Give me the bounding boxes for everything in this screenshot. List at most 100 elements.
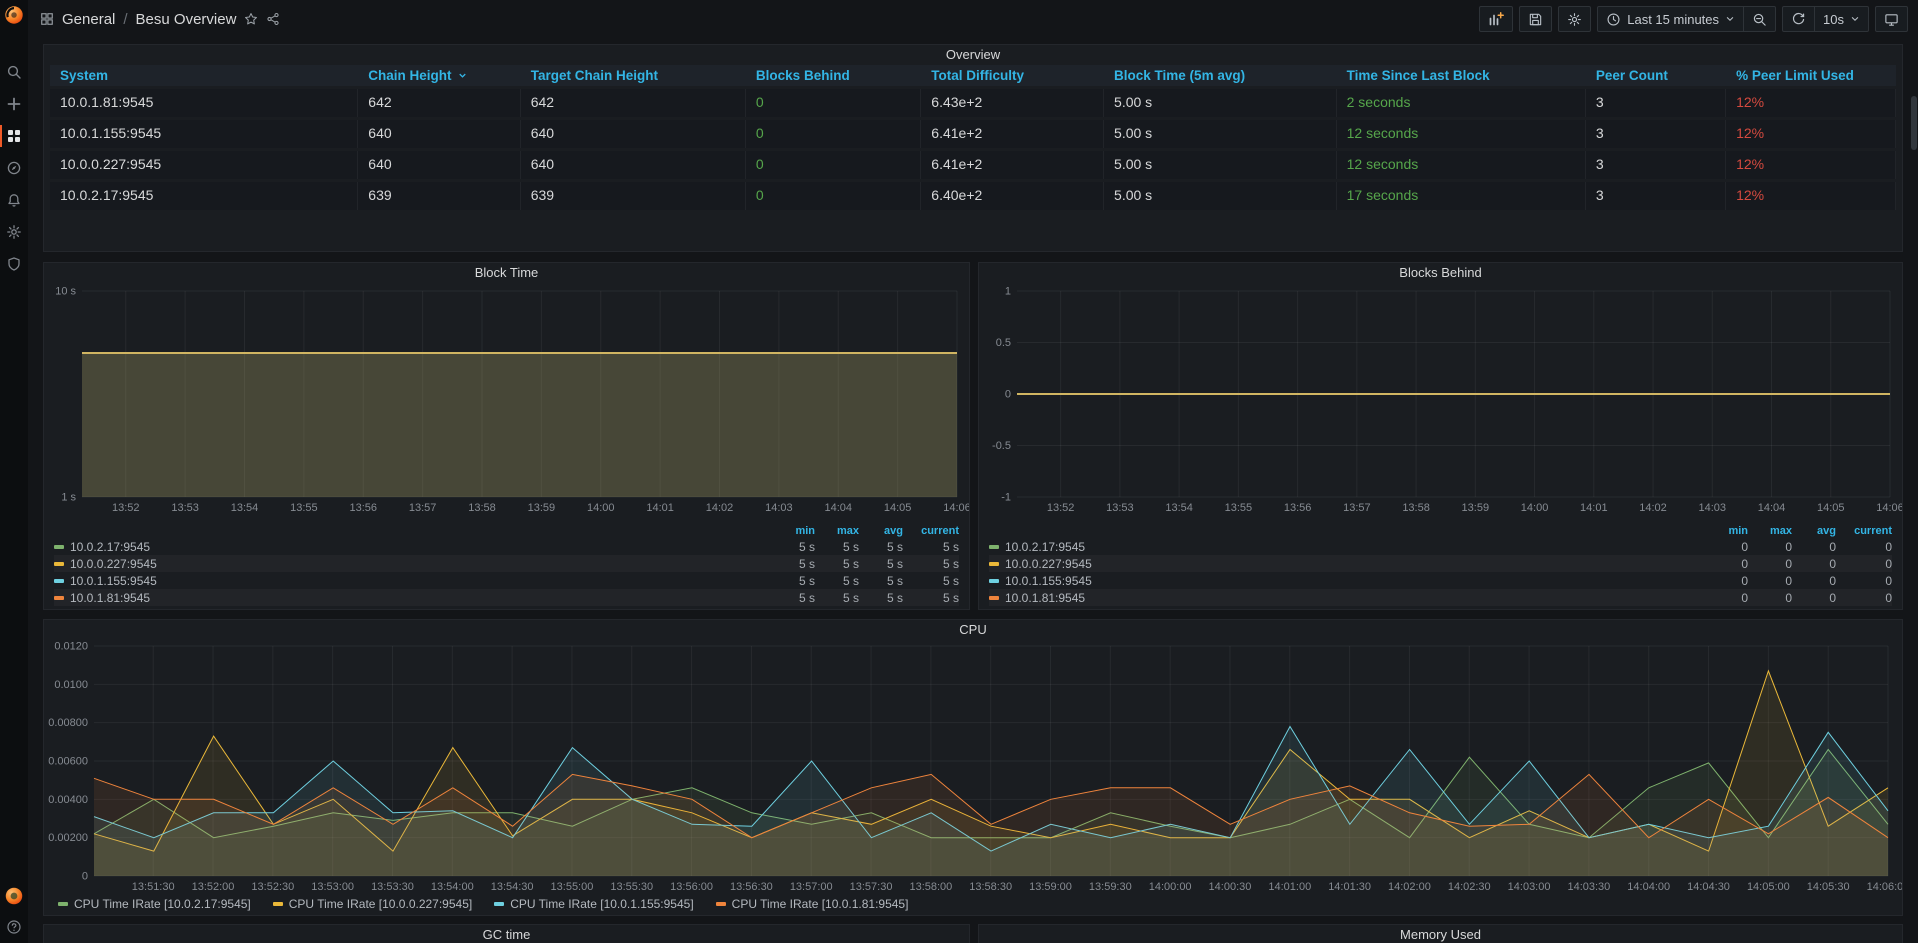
series-color-swatch	[989, 545, 999, 549]
panel-title[interactable]: Block Time	[44, 263, 969, 283]
share-icon[interactable]	[266, 12, 280, 26]
help-icon[interactable]	[5, 919, 23, 935]
column-header[interactable]: Target Chain Height	[521, 65, 746, 86]
add-panel-button[interactable]	[1479, 6, 1513, 32]
legend-stat-value: 5 s	[771, 540, 815, 554]
save-dashboard-button[interactable]	[1519, 6, 1552, 32]
panel-gc-time: GC time	[43, 924, 970, 943]
x-tick-label: 13:54:00	[431, 881, 474, 893]
table-cell: 642	[358, 89, 520, 117]
panel-title[interactable]: Overview	[44, 45, 1902, 65]
legend-row: 10.0.1.81:95455 s5 s5 s5 s	[54, 589, 959, 606]
table-cell: 0	[746, 120, 921, 148]
table-row: 10.0.1.81:954564264206.43e+25.00 s2 seco…	[50, 89, 1896, 117]
legend-stat-value: 5 s	[815, 557, 859, 571]
x-tick-label: 14:00	[1521, 502, 1549, 514]
zoom-out-button[interactable]	[1744, 6, 1776, 32]
column-header[interactable]: Total Difficulty	[921, 65, 1104, 86]
legend-stat-value: 0	[1792, 540, 1836, 554]
refresh-button[interactable]	[1782, 6, 1815, 32]
column-header[interactable]: Time Since Last Block	[1337, 65, 1586, 86]
x-tick-label: 14:05:30	[1807, 881, 1850, 893]
sidebar-item-dashboards[interactable]	[0, 128, 28, 144]
column-header[interactable]: System	[50, 65, 358, 86]
x-tick-label: 13:58:30	[969, 881, 1012, 893]
y-tick-label: 1	[1005, 286, 1011, 298]
column-header[interactable]: Peer Count	[1586, 65, 1726, 86]
blocks-behind-chart[interactable]: 13:5213:5313:5413:5513:5613:5713:5813:59…	[979, 283, 1902, 521]
dashboard-settings-button[interactable]	[1558, 6, 1591, 32]
legend-row: 10.0.2.17:95455 s5 s5 s5 s	[54, 538, 959, 555]
table-cell: 640	[358, 151, 520, 179]
sidebar-item-configuration[interactable]	[0, 224, 28, 240]
dashboard-grid-icon[interactable]	[40, 12, 54, 26]
block-time-legend: minmaxavgcurrent10.0.2.17:95455 s5 s5 s5…	[44, 521, 969, 606]
time-range-button[interactable]: Last 15 minutes	[1597, 6, 1744, 32]
table-cell: 12%	[1726, 151, 1896, 179]
block-time-chart[interactable]: 13:5213:5313:5413:5513:5613:5713:5813:59…	[44, 283, 969, 521]
sidebar	[0, 0, 28, 943]
user-avatar[interactable]	[5, 887, 23, 905]
breadcrumb-folder[interactable]: General	[62, 11, 115, 28]
legend-series-name[interactable]: 10.0.2.17:9545	[989, 540, 1704, 554]
column-header[interactable]: % Peer Limit Used	[1726, 65, 1896, 86]
legend-item[interactable]: CPU Time IRate [10.0.2.17:9545]	[58, 897, 251, 911]
legend-row: 10.0.1.155:95450000	[989, 572, 1892, 589]
legend-item[interactable]: CPU Time IRate [10.0.0.227:9545]	[273, 897, 472, 911]
sidebar-item-server-admin[interactable]	[0, 256, 28, 272]
grafana-logo-icon[interactable]	[3, 4, 25, 26]
legend-series-name[interactable]: 10.0.0.227:9545	[54, 557, 771, 571]
column-header[interactable]: Blocks Behind	[746, 65, 921, 86]
save-icon	[1528, 12, 1543, 27]
legend-item[interactable]: CPU Time IRate [10.0.1.155:9545]	[494, 897, 693, 911]
x-tick-label: 13:52	[1047, 502, 1075, 514]
table-row: 10.0.1.155:954564064006.41e+25.00 s12 se…	[50, 120, 1896, 148]
series-color-swatch	[989, 596, 999, 600]
blocks-behind-legend: minmaxavgcurrent10.0.2.17:9545000010.0.0…	[979, 521, 1902, 606]
legend-series-name[interactable]: 10.0.1.155:9545	[54, 574, 771, 588]
column-header[interactable]: Block Time (5m avg)	[1104, 65, 1337, 86]
x-tick-label: 13:55:30	[610, 881, 653, 893]
series-color-swatch	[54, 596, 64, 600]
legend-stat-value: 5 s	[815, 574, 859, 588]
overview-table-body: 10.0.1.81:954564264206.43e+25.00 s2 seco…	[50, 89, 1896, 210]
column-header[interactable]: Chain Height	[358, 65, 520, 86]
scrollbar-thumb[interactable]	[1911, 96, 1917, 150]
sidebar-item-explore[interactable]	[0, 160, 28, 176]
legend-series-name[interactable]: 10.0.1.155:9545	[989, 574, 1704, 588]
overview-table: SystemChain HeightTarget Chain HeightBlo…	[44, 65, 1902, 210]
sidebar-item-alerting[interactable]	[0, 192, 28, 208]
add-panel-icon	[1488, 11, 1504, 27]
panel-title[interactable]: Memory Used	[979, 925, 1902, 943]
dashboard-canvas: Overview SystemChain HeightTarget Chain …	[28, 38, 1918, 943]
y-tick-label: 0	[82, 871, 88, 883]
panel-title[interactable]: Blocks Behind	[979, 263, 1902, 283]
sidebar-item-search[interactable]	[0, 64, 28, 80]
sidebar-item-create[interactable]	[0, 96, 28, 112]
table-cell: 6.43e+2	[921, 89, 1104, 117]
panel-title[interactable]: CPU	[44, 620, 1902, 640]
cpu-chart[interactable]: 13:51:3013:52:0013:52:3013:53:0013:53:30…	[44, 640, 1902, 896]
breadcrumb-dashboard[interactable]: Besu Overview	[136, 11, 237, 28]
legend-stat-value: 5 s	[771, 557, 815, 571]
refresh-icon	[1791, 12, 1806, 27]
x-tick-label: 13:52:30	[251, 881, 294, 893]
x-tick-label: 13:57	[1343, 502, 1371, 514]
series-color-swatch	[494, 902, 504, 906]
legend-stats-header: minmaxavgcurrent	[54, 523, 959, 538]
star-icon[interactable]	[244, 12, 258, 26]
legend-item[interactable]: CPU Time IRate [10.0.1.81:9545]	[716, 897, 909, 911]
cycle-view-button[interactable]	[1875, 6, 1908, 32]
scrollbar[interactable]	[1910, 38, 1918, 943]
legend-series-name[interactable]: 10.0.1.81:9545	[54, 591, 771, 605]
legend-stat-value: 0	[1836, 574, 1892, 588]
legend-series-name[interactable]: 10.0.2.17:9545	[54, 540, 771, 554]
x-tick-label: 13:53	[1106, 502, 1134, 514]
legend-stat-value: 5 s	[771, 574, 815, 588]
legend-series-name[interactable]: 10.0.0.227:9545	[989, 557, 1704, 571]
panel-title[interactable]: GC time	[44, 925, 969, 943]
table-cell: 5.00 s	[1104, 120, 1337, 148]
refresh-interval-button[interactable]: 10s	[1815, 6, 1869, 32]
series-color-swatch	[54, 562, 64, 566]
legend-series-name[interactable]: 10.0.1.81:9545	[989, 591, 1704, 605]
